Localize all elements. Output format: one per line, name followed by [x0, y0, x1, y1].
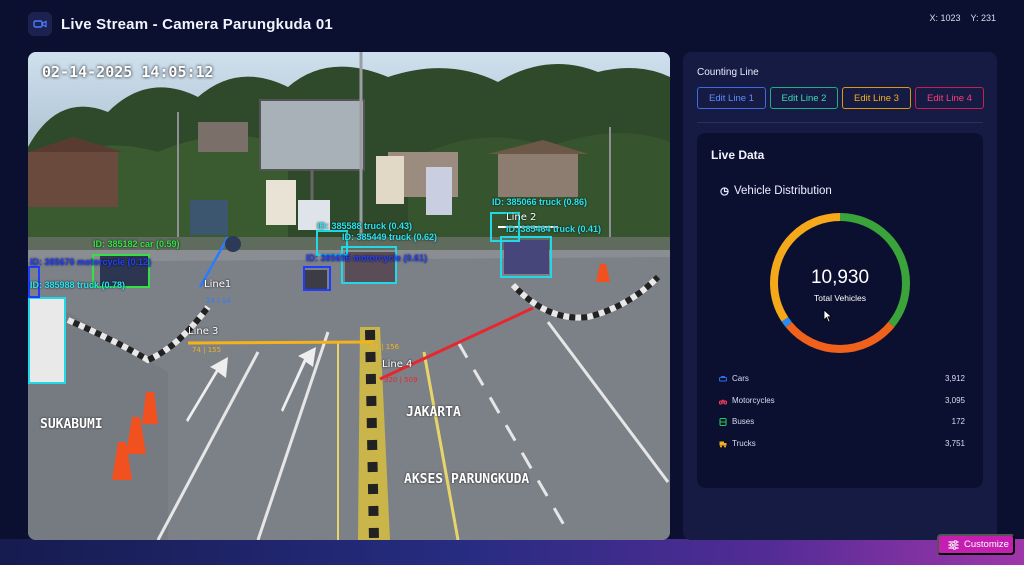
video-timestamp: 02-14-2025 14:05:12 — [42, 63, 214, 81]
detection-label: ID: 385588 truck (0.43) — [317, 221, 413, 231]
edit-line-3-button[interactable]: Edit Line 3 — [842, 87, 911, 109]
legend-row-motorcycles: Motorcycles 3,095 — [719, 395, 965, 409]
legend-label: Buses — [732, 417, 755, 426]
edit-line-1-button[interactable]: Edit Line 1 — [697, 87, 766, 109]
side-panel: Counting Line Edit Line 1 Edit Line 2 Ed… — [683, 52, 997, 540]
road-text-sukabumi: SUKABUMI — [40, 417, 103, 432]
detection-label: ID: 385670 motorcycle (0.12) — [30, 257, 152, 267]
mouse-cursor-icon — [823, 309, 833, 323]
counting-line-3 — [187, 340, 374, 345]
sliders-icon — [948, 539, 959, 550]
detection-label: ID: 385464 truck (0.41) — [506, 224, 602, 234]
vehicle-distribution-title: Vehicle Distribution — [734, 185, 832, 197]
header: Live Stream - Camera Parungkuda 01 X: 10… — [0, 0, 1024, 50]
edit-line-2-button[interactable]: Edit Line 2 — [770, 87, 838, 109]
bus-icon — [719, 418, 727, 426]
car-icon — [719, 376, 727, 382]
total-vehicles-value: 10,930 — [810, 267, 870, 288]
line-2-label: Line 2 — [506, 212, 537, 223]
legend-row-buses: Buses 172 — [719, 416, 965, 430]
legend-label: Motorcycles — [732, 396, 775, 405]
page-title: Live Stream - Camera Parungkuda 01 — [61, 16, 333, 33]
pie-chart-icon — [720, 187, 729, 196]
cursor-coordinates: X: 1023 Y: 231 — [929, 13, 996, 23]
line-1-label: Line1 — [204, 279, 232, 290]
legend-value: 3,751 — [944, 439, 965, 448]
truck-icon — [719, 441, 727, 448]
line-3-label: Line 3 — [188, 326, 219, 337]
line-count-extra: 81 | 156 — [370, 343, 400, 351]
detection-box — [500, 236, 552, 278]
detection-label: ID: 385449 truck (0.62) — [342, 232, 438, 242]
legend-value: 3,912 — [944, 374, 965, 383]
line-4-label: Line 4 — [382, 359, 413, 370]
line-4-count: 320 | 509 — [384, 376, 418, 384]
legend-row-trucks: Trucks 3,751 — [719, 438, 965, 452]
line-3-count: 74 | 155 — [192, 346, 222, 354]
video-scene — [28, 52, 670, 540]
detection-box — [303, 266, 331, 291]
coord-x: X: 1023 — [929, 13, 961, 23]
legend-row-cars: Cars 3,912 — [719, 373, 965, 387]
detection-label: ID: 385066 truck (0.86) — [492, 197, 588, 207]
coord-y: Y: 231 — [970, 13, 996, 23]
customize-label: Customize — [964, 539, 1009, 550]
live-video-feed[interactable]: 02-14-2025 14:05:12 ID: 385182 car (0.59… — [28, 52, 670, 540]
panel-divider — [697, 122, 983, 123]
road-text-jakarta: JAKARTA — [406, 405, 461, 420]
legend-label: Cars — [732, 374, 749, 383]
detection-label: ID: 385182 car (0.59) — [93, 239, 180, 249]
legend-value: 172 — [951, 417, 965, 426]
counting-line-title: Counting Line — [697, 67, 759, 78]
customize-button[interactable]: Customize — [937, 534, 1015, 555]
legend-value: 3,095 — [944, 396, 965, 405]
live-data-title: Live Data — [711, 148, 765, 162]
line-1-count: 24 | 14 — [206, 297, 231, 305]
camera-icon — [28, 12, 52, 36]
live-data-card: Live Data Vehicle Distribution 10,930 To… — [697, 133, 983, 488]
road-text-akses: AKSES PARUNGKUDA — [404, 472, 530, 487]
detection-label: ID: 385696 motorcycle (0.61) — [306, 253, 428, 263]
detection-box — [341, 246, 397, 284]
total-vehicles-label: Total Vehicles — [814, 293, 866, 303]
detection-box — [28, 297, 66, 384]
motorcycle-icon — [719, 399, 727, 405]
bottom-gradient-bar — [0, 539, 1024, 565]
edit-line-4-button[interactable]: Edit Line 4 — [915, 87, 984, 109]
detection-label: ID: 385988 truck (0.78) — [30, 280, 126, 290]
legend-label: Trucks — [732, 439, 756, 448]
